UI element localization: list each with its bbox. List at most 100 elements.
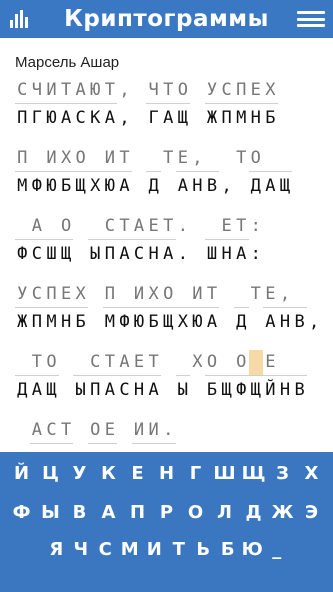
letter-slot[interactable]: О <box>175 78 191 104</box>
letter-slot[interactable] <box>15 350 30 376</box>
key-letter[interactable]: О <box>181 498 210 528</box>
cipher-letter[interactable]: А <box>263 310 278 334</box>
key-letter[interactable]: Ь <box>191 535 216 565</box>
cipher-letter[interactable]: Щ <box>161 310 176 334</box>
cipher-letter[interactable]: Б <box>205 378 220 402</box>
letter-slot[interactable]: И <box>131 282 147 308</box>
letter-slot[interactable] <box>233 282 249 308</box>
cipher-letter[interactable]: Н <box>278 378 293 402</box>
key-letter[interactable]: Ц <box>36 459 65 489</box>
key-letter[interactable]: С <box>93 535 118 565</box>
key-letter[interactable]: Е <box>123 459 152 489</box>
cipher-letter[interactable]: Щ <box>44 378 59 402</box>
letter-slot[interactable] <box>277 350 293 376</box>
letter-slot[interactable] <box>117 282 132 308</box>
cipher-letter[interactable]: Н <box>59 310 74 334</box>
letter-slot[interactable]: У <box>204 78 220 104</box>
cipher-letter[interactable]: П <box>15 106 30 130</box>
key-letter[interactable]: Ю <box>240 535 265 565</box>
letter-slot[interactable]: П <box>233 78 249 104</box>
letter-slot[interactable]: Е <box>263 350 278 376</box>
letter-slot[interactable]: И <box>146 418 161 444</box>
cipher-letter[interactable]: Ж <box>15 310 30 334</box>
key-letter[interactable]: Г <box>181 459 210 489</box>
cipher-letter[interactable]: Ю <box>44 106 59 130</box>
cipher-letter[interactable]: Ю <box>103 174 118 198</box>
letter-slot[interactable]: Ю <box>87 78 103 104</box>
cipher-letter[interactable]: А <box>117 242 132 266</box>
key-letter[interactable]: Ч <box>69 535 94 565</box>
letter-slot[interactable]: Е <box>131 350 147 376</box>
letter-slot[interactable]: О <box>58 214 74 240</box>
cipher-letter[interactable]: А <box>176 174 191 198</box>
letter-slot[interactable]: Т <box>146 350 161 376</box>
letter-slot[interactable]: С <box>87 350 103 376</box>
cipher-letter[interactable]: А <box>161 106 176 130</box>
stats-icon[interactable] <box>10 10 32 28</box>
letter-slot[interactable]: С <box>29 282 45 308</box>
cipher-letter[interactable]: А <box>30 378 45 402</box>
letter-slot[interactable] <box>87 146 103 172</box>
letter-slot[interactable]: Т <box>117 146 132 172</box>
letter-slot[interactable]: Т <box>29 350 45 376</box>
letter-slot[interactable]: И <box>44 146 59 172</box>
key-letter[interactable]: У <box>65 459 94 489</box>
key-letter[interactable]: Т <box>167 535 192 565</box>
cipher-letter[interactable]: А <box>117 174 132 198</box>
key-letter[interactable]: Щ <box>239 459 268 489</box>
cipher-letter[interactable]: С <box>73 106 88 130</box>
cipher-letter[interactable]: Ю <box>190 310 205 334</box>
letter-slot[interactable]: С <box>15 78 30 104</box>
cipher-letter[interactable]: Д <box>234 310 249 334</box>
cipher-letter[interactable]: Н <box>249 106 264 130</box>
letter-slot[interactable] <box>204 146 220 172</box>
letter-slot[interactable] <box>44 214 59 240</box>
cipher-letter[interactable]: Ф <box>30 174 45 198</box>
key-letter[interactable]: Д <box>239 498 268 528</box>
letter-slot[interactable]: , <box>190 146 205 172</box>
letter-slot[interactable]: Е <box>263 282 278 308</box>
letter-slot[interactable]: О <box>248 146 264 172</box>
letter-slot[interactable]: Е <box>146 214 161 240</box>
cipher-letter[interactable]: П <box>88 378 103 402</box>
key-letter[interactable]: Э <box>297 498 326 528</box>
letter-slot[interactable]: А <box>117 350 132 376</box>
letter-slot[interactable] <box>73 350 88 376</box>
letter-slot[interactable]: П <box>102 282 118 308</box>
letter-slot[interactable]: А <box>73 78 88 104</box>
cipher-letter[interactable]: Щ <box>249 378 264 402</box>
cipher-letter[interactable]: Ф <box>234 378 249 402</box>
key-letter[interactable]: К <box>94 459 123 489</box>
cipher-letter[interactable]: Ш <box>205 242 220 266</box>
letter-slot[interactable]: Т <box>233 214 249 240</box>
key-letter[interactable]: Р <box>152 498 181 528</box>
letter-slot[interactable] <box>292 350 307 376</box>
letter-slot[interactable]: О <box>87 418 103 444</box>
cipher-letter[interactable]: К <box>88 106 103 130</box>
key-letter[interactable]: Ф <box>7 498 36 528</box>
letter-slot[interactable]: Т <box>102 78 118 104</box>
letter-slot[interactable]: О <box>160 282 176 308</box>
cipher-letter[interactable]: С <box>30 242 45 266</box>
key-letter[interactable]: Ш <box>210 459 239 489</box>
cipher-letter[interactable]: Б <box>263 106 278 130</box>
letter-slot[interactable]: С <box>44 418 59 444</box>
letter-slot[interactable] <box>277 146 293 172</box>
cipher-letter[interactable]: Щ <box>219 378 234 402</box>
cipher-letter[interactable]: Ф <box>15 242 30 266</box>
letter-slot[interactable]: А <box>29 214 45 240</box>
cipher-letter[interactable]: Ф <box>117 310 132 334</box>
letter-slot[interactable]: Ч <box>146 78 161 104</box>
cipher-letter[interactable]: Г <box>30 106 45 130</box>
cipher-letter[interactable]: Щ <box>176 106 191 130</box>
letter-slot[interactable] <box>204 214 220 240</box>
cipher-letter[interactable]: А <box>59 106 74 130</box>
cipher-letter[interactable]: Ю <box>44 174 59 198</box>
cipher-letter[interactable]: Г <box>146 106 161 130</box>
letter-slot[interactable]: О <box>44 350 59 376</box>
key-letter[interactable]: Л <box>210 498 239 528</box>
letter-slot[interactable] <box>175 350 191 376</box>
letter-slot[interactable]: Х <box>263 78 278 104</box>
cipher-letter[interactable]: Б <box>73 310 88 334</box>
cipher-letter[interactable]: С <box>132 242 147 266</box>
